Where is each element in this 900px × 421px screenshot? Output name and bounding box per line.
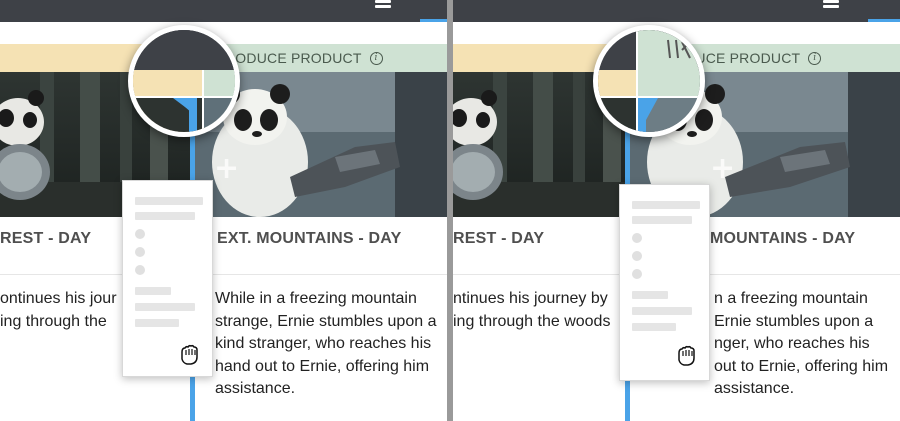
menu-icon[interactable] <box>823 0 839 12</box>
description-line: kind stranger, who reaches his <box>215 335 432 352</box>
scene-title: MOUNTAINS - DAY <box>710 230 856 247</box>
scene-title: REST - DAY <box>0 230 92 247</box>
scene-description: ontinues his jour ing through the <box>0 288 117 333</box>
placeholder-dot <box>135 265 145 275</box>
description-line: nger, who reaches his <box>714 335 870 352</box>
description-line: hand out to Ernie, offering him <box>215 357 430 375</box>
placeholder-line <box>632 201 700 209</box>
left-panel: REST - DAY ontinues his jour ing through… <box>0 0 447 421</box>
placeholder-line <box>135 319 179 327</box>
top-bar <box>453 0 900 22</box>
description-line: Ernie stumbles upon a <box>714 312 874 330</box>
scene-description: n a freezing mountain Ernie stumbles upo… <box>714 288 888 401</box>
magnifier-lens <box>593 25 705 137</box>
dragged-card-preview[interactable] <box>619 184 710 381</box>
placeholder-line <box>135 303 195 311</box>
magnified-detail <box>598 30 700 132</box>
description-line: ontinues his jour <box>0 290 117 307</box>
description-line: assistance. <box>215 380 296 397</box>
description-line: strange, Ernie stumbles upon a <box>215 312 437 330</box>
placeholder-dot <box>135 229 145 239</box>
placeholder-dot <box>135 247 145 257</box>
top-bar <box>0 0 447 22</box>
menu-icon[interactable] <box>375 0 391 12</box>
description-line: assistance. <box>714 380 795 397</box>
magnified-detail <box>133 30 235 132</box>
grab-hand-icon <box>177 344 203 366</box>
placeholder-line <box>632 291 668 299</box>
separator <box>453 274 643 275</box>
active-tab-indicator[interactable] <box>420 0 447 22</box>
info-icon[interactable]: i <box>369 51 383 65</box>
placeholder-dot <box>632 251 642 261</box>
description-line: n a freezing mountain <box>714 290 868 307</box>
description-line: out to Ernie, offering him <box>714 357 889 375</box>
dragged-card-preview[interactable] <box>122 180 213 377</box>
description-line: ing through the woods <box>453 312 611 330</box>
placeholder-line <box>135 197 203 205</box>
plus-icon[interactable]: + <box>214 154 239 184</box>
column-header-label: RODUCE PRODUCT <box>225 50 362 66</box>
description-line: ntinues his journey by <box>453 290 608 307</box>
placeholder-line <box>135 287 171 295</box>
magnifier-lens <box>128 25 240 137</box>
placeholder-line <box>632 307 692 315</box>
placeholder-line <box>632 216 692 224</box>
grab-hand-icon <box>674 345 700 367</box>
separator <box>195 274 447 275</box>
placeholder-line <box>135 212 195 220</box>
description-line: ing through the <box>0 312 107 330</box>
info-icon[interactable]: i <box>808 51 822 65</box>
scene-title: EXT. MOUNTAINS - DAY <box>217 230 402 247</box>
scene-description: ntinues his journey by ing through the w… <box>453 288 610 333</box>
placeholder-dot <box>632 233 642 243</box>
placeholder-line <box>632 323 676 331</box>
active-tab-indicator[interactable] <box>868 0 900 22</box>
placeholder-dot <box>632 269 642 279</box>
scene-title: REST - DAY <box>453 230 545 247</box>
description-line: While in a freezing mountain <box>215 290 417 307</box>
plus-icon[interactable]: + <box>710 154 735 184</box>
right-panel: REST - DAY ntinues his journey by ing th… <box>453 0 900 421</box>
scene-description: While in a freezing mountain strange, Er… <box>215 288 436 401</box>
